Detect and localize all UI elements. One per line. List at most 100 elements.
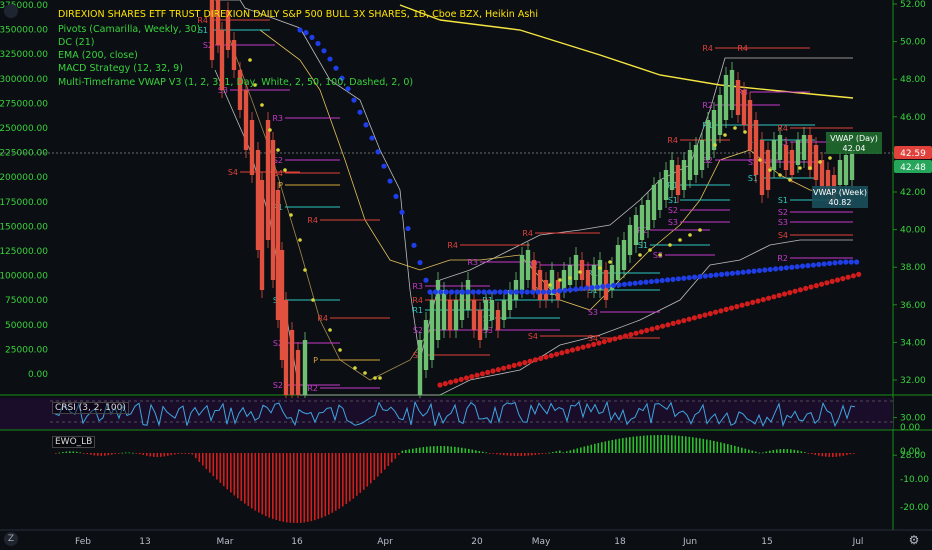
time-axis-label: Jul bbox=[852, 537, 864, 547]
pivot-dot bbox=[808, 166, 812, 170]
candle-body bbox=[501, 300, 507, 320]
sar-dot bbox=[691, 315, 698, 321]
ewo-bar bbox=[849, 453, 852, 455]
ewo-bar bbox=[314, 453, 316, 521]
chart-title: DIREXION SHARES ETF TRUST DIREXION DAILY… bbox=[58, 9, 538, 20]
ewo-bar bbox=[828, 453, 831, 457]
sar-dot bbox=[628, 332, 634, 338]
ewo-bar bbox=[657, 435, 659, 453]
sar-dot bbox=[399, 209, 405, 215]
ewo-bar bbox=[184, 453, 187, 454]
sar-dot bbox=[740, 269, 746, 275]
time-axis-label: 16 bbox=[291, 537, 303, 547]
sar-dot bbox=[778, 265, 784, 271]
sar-dot bbox=[771, 294, 777, 300]
candle-body bbox=[699, 140, 705, 170]
right-axis-label: 52.00 bbox=[900, 0, 926, 10]
pivot-dot bbox=[578, 270, 582, 274]
ewo-bar bbox=[265, 453, 267, 517]
time-axis-label: May bbox=[532, 537, 551, 547]
candle-body bbox=[849, 150, 855, 180]
ewo-bar bbox=[342, 453, 344, 507]
ewo-bar bbox=[548, 452, 551, 454]
sar-dot bbox=[840, 276, 846, 282]
ewo-bar bbox=[692, 437, 694, 453]
candle-body bbox=[735, 80, 741, 115]
candle-body bbox=[483, 300, 489, 330]
ewo-bar bbox=[177, 453, 180, 454]
ewo-bar bbox=[198, 453, 201, 462]
ewo-bar bbox=[307, 453, 309, 522]
ewo-bar bbox=[545, 453, 547, 454]
sar-dot bbox=[808, 284, 814, 290]
ewo-bar bbox=[209, 453, 211, 473]
sar-dot bbox=[638, 329, 645, 335]
ewo-bar bbox=[275, 453, 278, 521]
ewo-bar bbox=[783, 449, 785, 453]
ewo-bar bbox=[734, 445, 736, 453]
candle-body bbox=[283, 300, 289, 395]
sar-dot bbox=[607, 337, 613, 343]
candle-body bbox=[289, 330, 295, 395]
ewo-bar bbox=[90, 453, 92, 455]
ewo-bar bbox=[475, 450, 477, 453]
crsi-band bbox=[0, 398, 893, 429]
candle-body bbox=[657, 180, 663, 210]
candle-body bbox=[525, 250, 531, 280]
ewo-bar bbox=[216, 453, 218, 480]
candle-body bbox=[753, 120, 759, 175]
sar-dot bbox=[686, 316, 692, 322]
ewo-bar bbox=[646, 435, 649, 453]
ewo-bar bbox=[485, 452, 488, 454]
ewo-bar bbox=[555, 451, 558, 453]
sar-dot bbox=[744, 301, 751, 307]
indicator-ema[interactable]: EMA (200, close) bbox=[58, 50, 138, 62]
settings-gear-icon[interactable]: ⚙ bbox=[906, 532, 922, 548]
right-axis-label: 40.00 bbox=[900, 226, 926, 236]
ewo-bar bbox=[261, 453, 264, 515]
ewo-bar bbox=[471, 449, 474, 453]
ewo-bar bbox=[492, 453, 495, 454]
left-axis-label: 250000.00 bbox=[0, 124, 48, 134]
ewo-bar bbox=[534, 453, 537, 455]
ewo-bar bbox=[541, 453, 544, 454]
sar-dot bbox=[585, 343, 592, 349]
ewo-bar bbox=[440, 446, 442, 453]
sar-dot bbox=[594, 284, 601, 290]
ewo-bar bbox=[174, 453, 176, 455]
ewo-bar bbox=[506, 453, 509, 456]
ewo-bar bbox=[478, 450, 481, 453]
crsi-label[interactable]: CRSI (3, 2, 100) bbox=[52, 402, 129, 414]
sar-dot bbox=[501, 365, 507, 371]
indicator-macd[interactable]: MACD Strategy (12, 32, 9) bbox=[58, 63, 183, 75]
sar-dot bbox=[584, 285, 590, 291]
candle-body bbox=[243, 90, 249, 150]
ewo-bar bbox=[660, 435, 663, 453]
sar-dot bbox=[622, 333, 629, 339]
indicator-vwap[interactable]: Multi-Timeframe VWAP V3 (1, 2, 3, 1, Day… bbox=[58, 77, 413, 89]
ewo-bar bbox=[667, 435, 670, 453]
ewo-bar bbox=[793, 449, 796, 453]
sar-dot bbox=[417, 259, 423, 266]
right-axis-label: 34.00 bbox=[900, 338, 926, 348]
sar-dot bbox=[559, 350, 565, 356]
ewo-bar bbox=[363, 453, 365, 490]
indicator-pivots[interactable]: Pivots (Camarilla, Weekly, 30) bbox=[58, 24, 200, 36]
ewo-bar bbox=[464, 448, 467, 453]
sar-dot bbox=[735, 270, 741, 276]
ewo-label[interactable]: EWO_LB bbox=[52, 436, 96, 448]
indicator-dc[interactable]: DC (21) bbox=[58, 37, 94, 49]
sar-dot bbox=[643, 279, 649, 285]
goto-realtime-icon[interactable]: Z bbox=[4, 532, 18, 546]
ewo-bar bbox=[562, 452, 565, 454]
sar-dot bbox=[856, 271, 862, 277]
pivot-dot bbox=[363, 371, 367, 375]
ewo-bar bbox=[772, 450, 775, 453]
candle-body bbox=[651, 185, 657, 220]
left-axis-label: 75000.00 bbox=[5, 296, 48, 306]
sar-dot bbox=[575, 346, 581, 352]
ewo-bar bbox=[601, 442, 603, 453]
candle-body bbox=[639, 205, 645, 240]
sar-dot bbox=[479, 371, 485, 377]
ewo-bar bbox=[580, 447, 582, 453]
